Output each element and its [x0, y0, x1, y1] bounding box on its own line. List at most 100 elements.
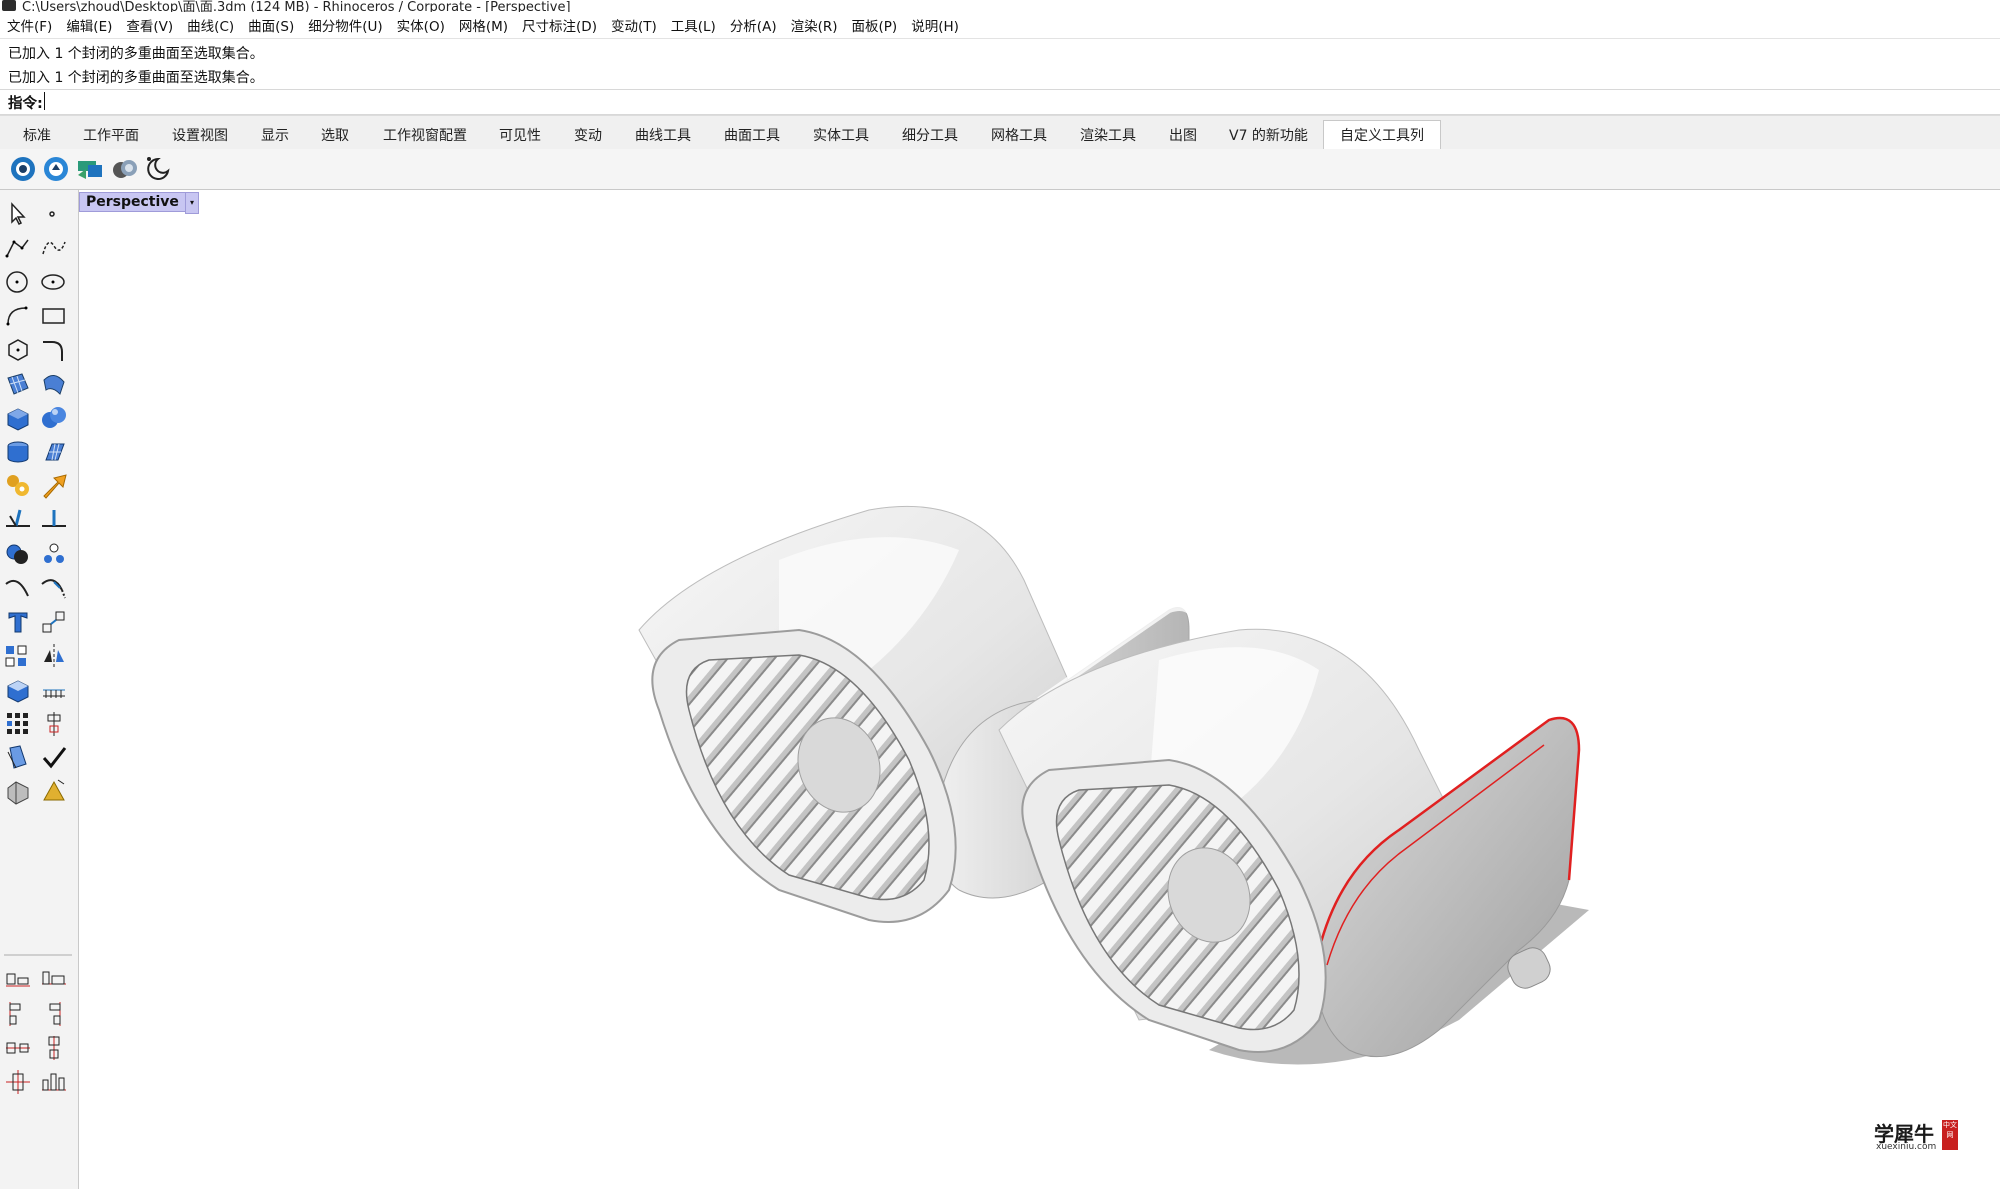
command-input[interactable] — [44, 92, 1945, 110]
surface-icon[interactable] — [4, 370, 32, 398]
grid-array-icon[interactable] — [4, 710, 32, 738]
sun-moon-icon[interactable] — [144, 155, 172, 183]
right-unit[interactable] — [998, 628, 1581, 1058]
center-icon[interactable] — [4, 1068, 32, 1096]
sidebar-separator — [4, 954, 72, 956]
align-left-icon[interactable] — [4, 966, 32, 994]
sweep-icon[interactable] — [40, 370, 68, 398]
align-icon[interactable] — [40, 710, 68, 738]
menu-mesh[interactable]: 网格(M) — [452, 15, 515, 35]
scale-icon[interactable] — [40, 608, 68, 636]
transform-gear-icon[interactable] — [4, 472, 32, 500]
tab-custom-toolbar[interactable]: 自定义工具列 — [1323, 120, 1441, 149]
array-icon[interactable] — [4, 642, 32, 670]
render-shape-icon[interactable] — [4, 778, 32, 806]
curve-icon[interactable] — [40, 234, 68, 262]
menu-panels[interactable]: 面板(P) — [845, 15, 905, 35]
text-icon[interactable] — [4, 608, 32, 636]
circle-icon[interactable] — [4, 268, 32, 296]
polygon-icon[interactable] — [4, 336, 32, 364]
environment-icon[interactable] — [111, 155, 139, 183]
tab-cplanes[interactable]: 工作平面 — [83, 121, 139, 149]
align-top-icon[interactable] — [4, 1000, 32, 1028]
ellipse-icon[interactable] — [40, 268, 68, 296]
menu-view[interactable]: 查看(V) — [119, 15, 180, 35]
align-bottom-icon[interactable] — [40, 1000, 68, 1028]
menu-transform[interactable]: 变动(T) — [604, 15, 664, 35]
3d-model[interactable] — [79, 190, 2000, 1189]
tab-mesh-tools[interactable]: 网格工具 — [991, 121, 1047, 149]
polyline-icon[interactable] — [4, 234, 32, 262]
dimension-icon[interactable] — [40, 676, 68, 704]
render-settings-icon[interactable] — [42, 155, 70, 183]
tab-drafting[interactable]: 出图 — [1169, 121, 1197, 149]
tab-select[interactable]: 选取 — [321, 121, 349, 149]
tab-v7-new[interactable]: V7 的新功能 — [1229, 121, 1308, 149]
menu-tools[interactable]: 工具(L) — [664, 15, 723, 35]
split-icon[interactable] — [40, 506, 68, 534]
tab-curve-tools[interactable]: 曲线工具 — [635, 121, 691, 149]
menu-file[interactable]: 文件(F) — [0, 15, 59, 35]
menu-analyze[interactable]: 分析(A) — [723, 15, 784, 35]
select-icon[interactable] — [4, 200, 32, 228]
group-icon[interactable] — [40, 540, 68, 568]
distribute-h-icon[interactable] — [4, 1034, 32, 1062]
tab-visibility[interactable]: 可见性 — [499, 121, 541, 149]
box-icon[interactable] — [4, 404, 32, 432]
menu-bar: 文件(F) 编辑(E) 查看(V) 曲线(C) 曲面(S) 细分物件(U) 实体… — [0, 13, 2000, 37]
toolbar-tabs: 标准 工作平面 设置视图 显示 选取 工作视窗配置 可见性 变动 曲线工具 曲面… — [0, 115, 2000, 150]
tab-viewport-layout[interactable]: 工作视窗配置 — [383, 121, 467, 149]
paint-icon[interactable] — [4, 744, 32, 772]
arrow-transform-icon[interactable] — [40, 472, 68, 500]
menu-surface[interactable]: 曲面(S) — [241, 15, 301, 35]
menu-curve[interactable]: 曲线(C) — [180, 15, 241, 35]
menu-subd[interactable]: 细分物件(U) — [301, 15, 389, 35]
trim-icon[interactable] — [4, 506, 32, 534]
mesh-plane-icon[interactable] — [40, 438, 68, 466]
command-line: 指令: — [0, 89, 2000, 115]
tab-solid-tools[interactable]: 实体工具 — [813, 121, 869, 149]
command-prompt: 指令: — [8, 96, 43, 112]
menu-solid[interactable]: 实体(O) — [390, 15, 452, 35]
grasshopper-icon[interactable] — [76, 155, 104, 183]
perspective-viewport[interactable]: Perspective ▾ — [79, 190, 2000, 1189]
tab-display[interactable]: 显示 — [261, 121, 289, 149]
distribute-v-icon[interactable] — [40, 1034, 68, 1062]
cylinder-icon[interactable] — [4, 438, 32, 466]
tab-surface-tools[interactable]: 曲面工具 — [724, 121, 780, 149]
tab-render-tools[interactable]: 渲染工具 — [1080, 121, 1136, 149]
rectangle-icon[interactable] — [40, 302, 68, 330]
tab-transform[interactable]: 变动 — [574, 121, 602, 149]
shade-icon[interactable] — [40, 778, 68, 806]
render-sphere-icon[interactable] — [9, 155, 37, 183]
window-title: C:\Users\zhoud\Desktop\面\面.3dm (124 MB) … — [22, 0, 571, 12]
menu-edit[interactable]: 编辑(E) — [59, 15, 119, 35]
mirror-icon[interactable] — [40, 642, 68, 670]
extend-icon[interactable] — [40, 574, 68, 602]
check-icon[interactable] — [40, 744, 68, 772]
history-line: 已加入 1 个封闭的多重曲面至选取集合。 — [8, 70, 264, 86]
icon-toolbar — [0, 149, 2000, 190]
menu-dimension[interactable]: 尺寸标注(D) — [515, 15, 604, 35]
bars-icon[interactable] — [40, 1068, 68, 1096]
boolean-icon[interactable] — [4, 540, 32, 568]
rhino-app-icon — [2, 0, 16, 11]
history-line: 已加入 1 个封闭的多重曲面至选取集合。 — [8, 46, 264, 62]
fillet-curve-icon[interactable] — [40, 336, 68, 364]
tab-subd-tools[interactable]: 细分工具 — [902, 121, 958, 149]
block-icon[interactable] — [4, 676, 32, 704]
watermark-url: xuexiniu.com — [1876, 1142, 1937, 1152]
command-history: 已加入 1 个封闭的多重曲面至选取集合。 已加入 1 个封闭的多重曲面至选取集合… — [0, 38, 2000, 91]
title-bar: C:\Users\zhoud\Desktop\面\面.3dm (124 MB) … — [0, 0, 2000, 12]
menu-help[interactable]: 说明(H) — [904, 15, 966, 35]
align-right-icon[interactable] — [40, 966, 68, 994]
watermark-seal: 中文网 — [1942, 1120, 1958, 1150]
curve-offset-icon[interactable] — [4, 574, 32, 602]
arc-icon[interactable] — [4, 302, 32, 330]
left-toolbar — [0, 190, 79, 1189]
point-icon[interactable] — [40, 200, 68, 228]
tab-standard[interactable]: 标准 — [23, 121, 51, 149]
menu-render[interactable]: 渲染(R) — [784, 15, 845, 35]
solid-sphere-icon[interactable] — [40, 404, 68, 432]
tab-set-view[interactable]: 设置视图 — [172, 121, 228, 149]
